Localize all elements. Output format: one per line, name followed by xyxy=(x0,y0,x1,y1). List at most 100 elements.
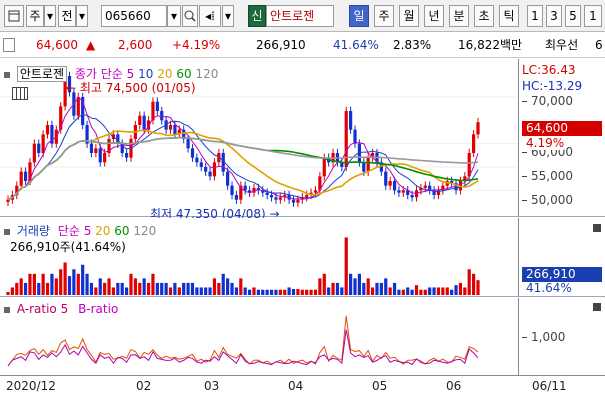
sin-button[interactable]: 신 xyxy=(248,5,266,27)
stock-name-field[interactable]: 안트로젠 xyxy=(266,5,334,27)
volume-tag: 266,910 xyxy=(522,267,602,282)
volume-bar xyxy=(291,289,296,295)
candle-body xyxy=(212,162,217,177)
volume-bar xyxy=(45,282,50,295)
stock-title-label[interactable]: 안트로젠 xyxy=(16,66,67,82)
x-label-02: 02 xyxy=(136,379,152,393)
b-ratio-label[interactable]: B-ratio xyxy=(78,302,118,316)
volume-bar xyxy=(151,273,155,295)
a-ratio-label[interactable]: A-ratio 5 xyxy=(17,302,68,316)
x-label-06: 06 xyxy=(446,379,462,393)
price-change-pct: +4.19% xyxy=(172,38,221,52)
sound-dropdown-icon[interactable]: ▾ xyxy=(222,5,234,27)
interval-1-button[interactable]: 1 xyxy=(527,5,543,27)
candle-body xyxy=(414,190,419,198)
volume-bar xyxy=(239,278,243,295)
price-scale: LC:36.43 HC:-13.29 70,000 60,000 55,000 … xyxy=(518,59,605,217)
grid-table-icon[interactable] xyxy=(12,87,28,100)
candle-body xyxy=(186,139,190,149)
candle-body xyxy=(98,148,102,163)
volume-bar xyxy=(318,278,322,295)
volume-bar xyxy=(59,269,63,295)
volume-bar xyxy=(199,287,203,295)
candle-body xyxy=(138,115,142,125)
volume-bar xyxy=(10,287,14,295)
volume-bar xyxy=(410,289,414,295)
volume-bar xyxy=(436,287,441,295)
tab-year[interactable]: 년 xyxy=(424,5,444,27)
volume-bar xyxy=(63,262,67,295)
volume-bar xyxy=(133,278,137,295)
volume-bar xyxy=(19,278,23,295)
volume-title[interactable]: 거래량 xyxy=(17,224,50,238)
tab-day[interactable]: 일 xyxy=(349,5,369,27)
candle-body xyxy=(37,143,41,153)
candle-body xyxy=(353,129,357,144)
volume-ma-label: 단순 xyxy=(57,224,80,238)
candle-body xyxy=(366,157,370,172)
hc-label: HC:-13.29 xyxy=(522,79,583,93)
interval-10-button[interactable]: 1 xyxy=(584,5,602,27)
ratio-chart-panel[interactable]: A-ratio 5 B-ratio xyxy=(0,298,518,375)
volume-bar xyxy=(85,273,89,295)
code-dropdown-icon[interactable]: ▾ xyxy=(167,5,181,27)
price-change: 2,600 xyxy=(118,38,153,52)
volume-bar xyxy=(397,289,401,295)
volume-bar xyxy=(467,269,471,295)
market-button[interactable]: 주 xyxy=(26,5,44,27)
interval-3-button[interactable]: 3 xyxy=(546,5,562,27)
ytick-70000: 70,000 xyxy=(522,94,573,108)
type-dropdown-icon[interactable]: ▾ xyxy=(76,5,88,27)
candle-body xyxy=(89,143,94,153)
vol-ma5-label: 5 xyxy=(83,224,92,238)
candle-body xyxy=(392,181,397,191)
volume-bar xyxy=(261,289,265,295)
panel-close-icon[interactable] xyxy=(593,303,601,311)
vol-ma60-label: 60 xyxy=(114,224,130,238)
tab-minute[interactable]: 분 xyxy=(449,5,469,27)
turnover-rate: 2.83% xyxy=(393,38,432,52)
volume-bar xyxy=(256,289,260,295)
market-dropdown-icon[interactable]: ▾ xyxy=(44,5,56,27)
volume-bar xyxy=(322,273,326,295)
x-axis: 2020/12 02 03 04 05 06 06/11 xyxy=(0,375,605,403)
volume-bar xyxy=(190,282,195,295)
x-label-2020-12: 2020/12 xyxy=(6,379,56,393)
type-button[interactable]: 전 xyxy=(58,5,76,27)
volume-ratio: 41.64% xyxy=(333,38,379,52)
vol-ma120-label: 120 xyxy=(133,224,157,238)
tab-month[interactable]: 월 xyxy=(399,5,419,27)
toolbar: 주 ▾ 전 ▾ 065660 ▾ ◂⁞ ▾ 신 안트로젠 일 주 월 년 분 초… xyxy=(0,0,605,32)
sound-icon[interactable]: ◂⁞ xyxy=(199,5,221,27)
volume-bar xyxy=(124,287,129,295)
volume-bar xyxy=(208,287,212,295)
candle-body xyxy=(6,199,10,202)
panel-close-icon[interactable] xyxy=(593,224,601,232)
quote-toggle-icon[interactable] xyxy=(3,38,15,52)
volume-bar xyxy=(234,287,239,295)
vol-ma20-label: 20 xyxy=(95,224,111,238)
tab-second[interactable]: 초 xyxy=(474,5,494,27)
volume-bar xyxy=(15,282,19,295)
tab-tick[interactable]: 틱 xyxy=(499,5,519,27)
candle-body xyxy=(243,185,247,191)
volume-chart-panel[interactable]: 거래량 단순 5 20 60 120 266,910주(41.64%) xyxy=(0,218,518,297)
volume-bar xyxy=(476,280,480,295)
code-input[interactable]: 065660 xyxy=(101,5,167,27)
candle-body xyxy=(467,153,471,177)
candle-body xyxy=(160,111,164,121)
interval-5-button[interactable]: 5 xyxy=(565,5,581,27)
search-icon[interactable] xyxy=(182,5,198,27)
candle-body xyxy=(124,153,129,158)
tab-week[interactable]: 주 xyxy=(374,5,394,27)
volume-bar xyxy=(445,287,449,295)
candle-body xyxy=(384,171,388,186)
volume-bar xyxy=(142,278,146,295)
window-menu-icon[interactable] xyxy=(4,5,24,27)
candle-body xyxy=(190,148,195,158)
price-chart-panel[interactable]: 안트로젠 종가 단순 5 10 20 60 120 ← 최고 74,500 (0… xyxy=(0,59,518,221)
current-price-tag: 64,600 xyxy=(522,121,602,136)
volume-value-text: 266,910주(41.64%) xyxy=(10,240,126,254)
volume-bar xyxy=(283,289,287,295)
volume-bar xyxy=(195,287,199,295)
